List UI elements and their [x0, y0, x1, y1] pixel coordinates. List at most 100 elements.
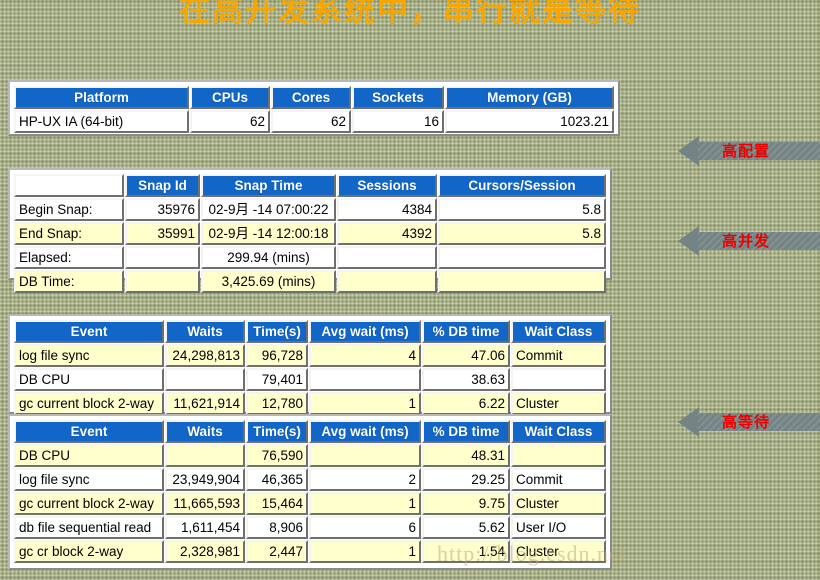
cell [438, 270, 606, 293]
table-row: DB Time: 3,425.69 (mins) [14, 270, 606, 293]
top-events-table-frame: Event Waits Time(s) Avg wait (ms)% DB time W… [8, 314, 612, 416]
cell [125, 246, 200, 269]
cell: 24,298,813 [165, 344, 245, 367]
snapshot-table: Snap Id Snap Time Sessions Cursors/Session … [13, 173, 607, 294]
cell [309, 444, 421, 467]
table-row: db file sequential read 1,611,454 8,906 6 5.… [14, 516, 606, 539]
table-header-row: Platform CPUs Cores Sockets Memory (GB) [14, 86, 614, 109]
column-header-time-s: Time(s) [246, 420, 308, 443]
column-header-platform: Platform [14, 86, 189, 109]
cell: 2,447 [246, 540, 308, 563]
table-header-row: Event Waits Time(s) Avg wait (ms)% DB time W… [14, 320, 606, 343]
cell: 76,590 [246, 444, 308, 467]
table-row: gc cr block 2-way 2,328,981 2,447 1 1.54 Clus… [14, 540, 606, 563]
annotation-label: 高配置 [722, 142, 771, 160]
cell: 15,464 [246, 492, 308, 515]
cell [125, 270, 200, 293]
cell [337, 246, 437, 269]
cell: 12,780 [246, 392, 308, 415]
column-header-time-s: Time(s) [246, 320, 308, 343]
cell: Commit [511, 344, 606, 367]
cell: 62 [190, 110, 270, 133]
column-header-avg-wait-ms: Avg wait (ms) [309, 420, 421, 443]
column-header-event: Event [14, 420, 164, 443]
cell: 1 [309, 492, 421, 515]
column-header-blank [14, 174, 124, 197]
table-row: Elapsed: 299.94 (mins) [14, 246, 606, 269]
column-header-sessions: Sessions [337, 174, 437, 197]
cell: 47.06 [422, 344, 510, 367]
cell: 5.62 [422, 516, 510, 539]
cell: 6.22 [422, 392, 510, 415]
cell: 02-9月 -14 07:00:22 [201, 198, 336, 221]
column-header-db-time: % DB time [422, 420, 510, 443]
arrow-head-icon [678, 407, 699, 437]
cell: User I/O [511, 516, 606, 539]
table-header-row: Event Waits Time(s) Avg wait (ms)% DB time W… [14, 420, 606, 443]
cell: 11,621,914 [165, 392, 245, 415]
cell: HP-UX IA (64-bit) [14, 110, 189, 133]
cell: 3,425.69 (mins) [201, 270, 336, 293]
column-header-avg-wait-ms: Avg wait (ms) [309, 320, 421, 343]
cell: log file sync [14, 468, 164, 491]
cell: log file sync [14, 344, 164, 367]
page-title: 在高开发系统中，串行就是等待 [179, 0, 641, 29]
cell: Cluster [511, 540, 606, 563]
column-header-cpus: CPUs [190, 86, 270, 109]
annotation-arrow-high-wait: 高等待 [678, 407, 820, 437]
table-row: DB CPU 76,590 48.31 [14, 444, 606, 467]
cell: 02-9月 -14 12:00:18 [201, 222, 336, 245]
cell: 1023.21 [445, 110, 614, 133]
cell: 35976 [125, 198, 200, 221]
bottom-events-table: Event Waits Time(s) Avg wait (ms)% DB time W… [13, 419, 607, 564]
column-header-snap-id: Snap Id [125, 174, 200, 197]
column-header-sockets: Sockets [352, 86, 444, 109]
table-header-row: Snap Id Snap Time Sessions Cursors/Session [14, 174, 606, 197]
platform-table-frame: Platform CPUs Cores Sockets Memory (GB) HP-U… [8, 80, 620, 136]
table-row: gc current block 2-way 11,621,914 12,780 1 6… [14, 392, 606, 415]
annotation-label: 高等待 [722, 413, 771, 431]
cell: 5.8 [438, 198, 606, 221]
cell [165, 444, 245, 467]
cell: gc cr block 2-way [14, 540, 164, 563]
cell: 4392 [337, 222, 437, 245]
cell [337, 270, 437, 293]
cell: gc current block 2-way [14, 392, 164, 415]
cell: 4 [309, 344, 421, 367]
table-row: DB CPU 79,401 38.63 [14, 368, 606, 391]
cell: DB Time: [14, 270, 124, 293]
top-events-table: Event Waits Time(s) Avg wait (ms)% DB time W… [13, 319, 607, 416]
cell: 62 [271, 110, 351, 133]
cell: 79,401 [246, 368, 308, 391]
cell: 1,611,454 [165, 516, 245, 539]
cell: End Snap: [14, 222, 124, 245]
annotation-arrow-high-concurrency: 高并发 [678, 226, 820, 256]
cell: 1.54 [422, 540, 510, 563]
cell: 2 [309, 468, 421, 491]
cell: 16 [352, 110, 444, 133]
cell: Cluster [511, 492, 606, 515]
cell: 2,328,981 [165, 540, 245, 563]
cell: 9.75 [422, 492, 510, 515]
cell: 6 [309, 516, 421, 539]
cell: 96,728 [246, 344, 308, 367]
cell: 48.31 [422, 444, 510, 467]
cell: Begin Snap: [14, 198, 124, 221]
cell: Elapsed: [14, 246, 124, 269]
column-header-snap-time: Snap Time [201, 174, 336, 197]
column-header-event: Event [14, 320, 164, 343]
cell: 1 [309, 540, 421, 563]
cell: 29.25 [422, 468, 510, 491]
arrow-head-icon [678, 226, 699, 256]
table-row: log file sync 24,298,813 96,728 4 47.06 Commi… [14, 344, 606, 367]
cell [511, 444, 606, 467]
annotation-arrow-high-config: 高配置 [678, 136, 820, 166]
cell: DB CPU [14, 444, 164, 467]
column-header-cursors-session: Cursors/Session [438, 174, 606, 197]
cell: 4384 [337, 198, 437, 221]
cell: 11,665,593 [165, 492, 245, 515]
cell: db file sequential read [14, 516, 164, 539]
table-row: End Snap: 35991 02-9月 -14 12:00:18 4392 5.8 [14, 222, 606, 245]
cell: DB CPU [14, 368, 164, 391]
column-header-memory-gb: Memory (GB) [445, 86, 614, 109]
